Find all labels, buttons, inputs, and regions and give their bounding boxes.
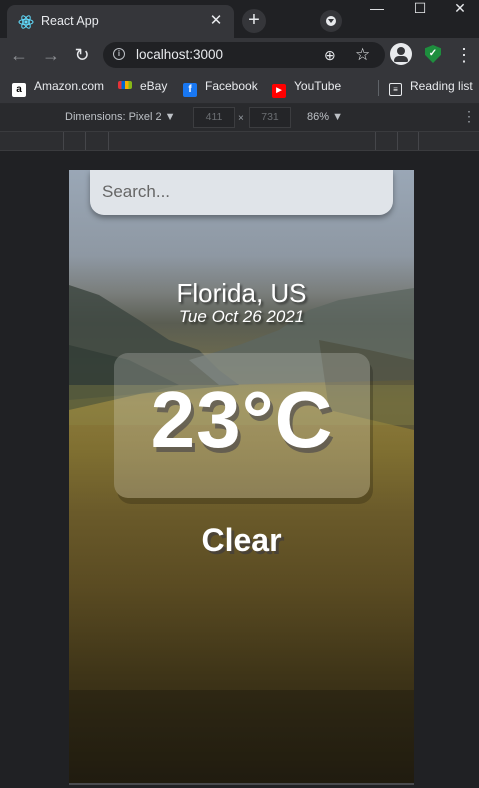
- reading-list-label: Reading list: [410, 79, 473, 93]
- bookmark-label: eBay: [140, 79, 168, 93]
- temperature-card: 23°C: [114, 353, 370, 498]
- device-height-input[interactable]: 731: [249, 107, 291, 128]
- profile-avatar-icon[interactable]: [390, 43, 412, 65]
- browser-menu-icon[interactable]: ⋮: [455, 44, 473, 66]
- search-input[interactable]: [102, 179, 382, 205]
- app-viewport: Florida, US Tue Oct 26 2021 23°C Clear: [69, 170, 414, 783]
- react-icon: [18, 15, 34, 29]
- browser-tab[interactable]: React App ✕: [7, 5, 234, 38]
- bookmark-label: Facebook: [205, 79, 258, 93]
- bookmark-label: YouTube: [294, 79, 342, 93]
- weather-condition: Clear: [201, 522, 282, 558]
- viewport-bottom-edge: [69, 783, 414, 785]
- bookmark-facebook[interactable]: f Facebook: [183, 79, 258, 97]
- tab-strip: React App ✕ + — ☐ ✕: [0, 0, 479, 38]
- device-toolbar: Dimensions: Pixel 2 ▼ 411 × 731 86% ▼ ⋮: [0, 104, 479, 131]
- browser-toolbar: ← → ↻ i localhost:3000 ⊕ ☆ ✓ ⋮: [0, 38, 479, 72]
- bookmark-amazon[interactable]: a Amazon.com: [12, 79, 104, 97]
- bookmark-divider: [378, 80, 379, 96]
- reading-list-icon: ≡: [389, 83, 402, 96]
- address-bar[interactable]: i localhost:3000 ⊕ ☆: [103, 42, 385, 68]
- bookmark-label: Amazon.com: [34, 79, 105, 93]
- url-text[interactable]: localhost:3000: [136, 47, 223, 62]
- reload-icon[interactable]: ↻: [71, 44, 93, 66]
- tab-search-icon[interactable]: [320, 10, 342, 32]
- ebay-icon: [118, 81, 132, 89]
- maximize-icon[interactable]: ☐: [405, 0, 435, 18]
- amazon-icon: a: [12, 83, 26, 97]
- location-name: Florida, US: [176, 278, 307, 308]
- facebook-icon: f: [183, 83, 197, 97]
- date-text: Tue Oct 26 2021: [178, 307, 305, 326]
- search-bar: [90, 170, 393, 215]
- site-info-icon[interactable]: i: [113, 48, 125, 60]
- close-tab-icon[interactable]: ✕: [207, 11, 225, 29]
- reading-list[interactable]: ≡ Reading list: [389, 79, 473, 96]
- zoom-icon[interactable]: ⊕: [324, 47, 336, 64]
- minimize-icon[interactable]: —: [362, 0, 392, 18]
- device-toolbar-menu-icon[interactable]: ⋮: [462, 108, 476, 125]
- dimension-separator: ×: [238, 113, 244, 124]
- bookmark-ebay[interactable]: eBay: [118, 79, 167, 93]
- media-query-ruler: [0, 131, 479, 151]
- zoom-select[interactable]: 86% ▼: [307, 111, 343, 123]
- forward-arrow-icon[interactable]: →: [40, 44, 62, 66]
- bookmark-star-icon[interactable]: ☆: [355, 45, 370, 65]
- extension-shield-icon[interactable]: ✓: [425, 45, 441, 63]
- back-arrow-icon[interactable]: ←: [8, 44, 30, 66]
- bookmarks-bar: a Amazon.com eBay f Facebook ▶ YouTube ≡ Rea…: [0, 72, 479, 104]
- bookmark-youtube[interactable]: ▶ YouTube: [272, 79, 341, 98]
- new-tab-button[interactable]: +: [242, 9, 266, 33]
- window-close-icon[interactable]: ✕: [445, 0, 475, 18]
- youtube-icon: ▶: [272, 84, 286, 98]
- temperature-value: 23°C: [150, 375, 334, 464]
- tab-title: React App: [41, 14, 99, 28]
- dimensions-select[interactable]: Dimensions: Pixel 2 ▼: [65, 111, 176, 123]
- device-width-input[interactable]: 411: [193, 107, 235, 128]
